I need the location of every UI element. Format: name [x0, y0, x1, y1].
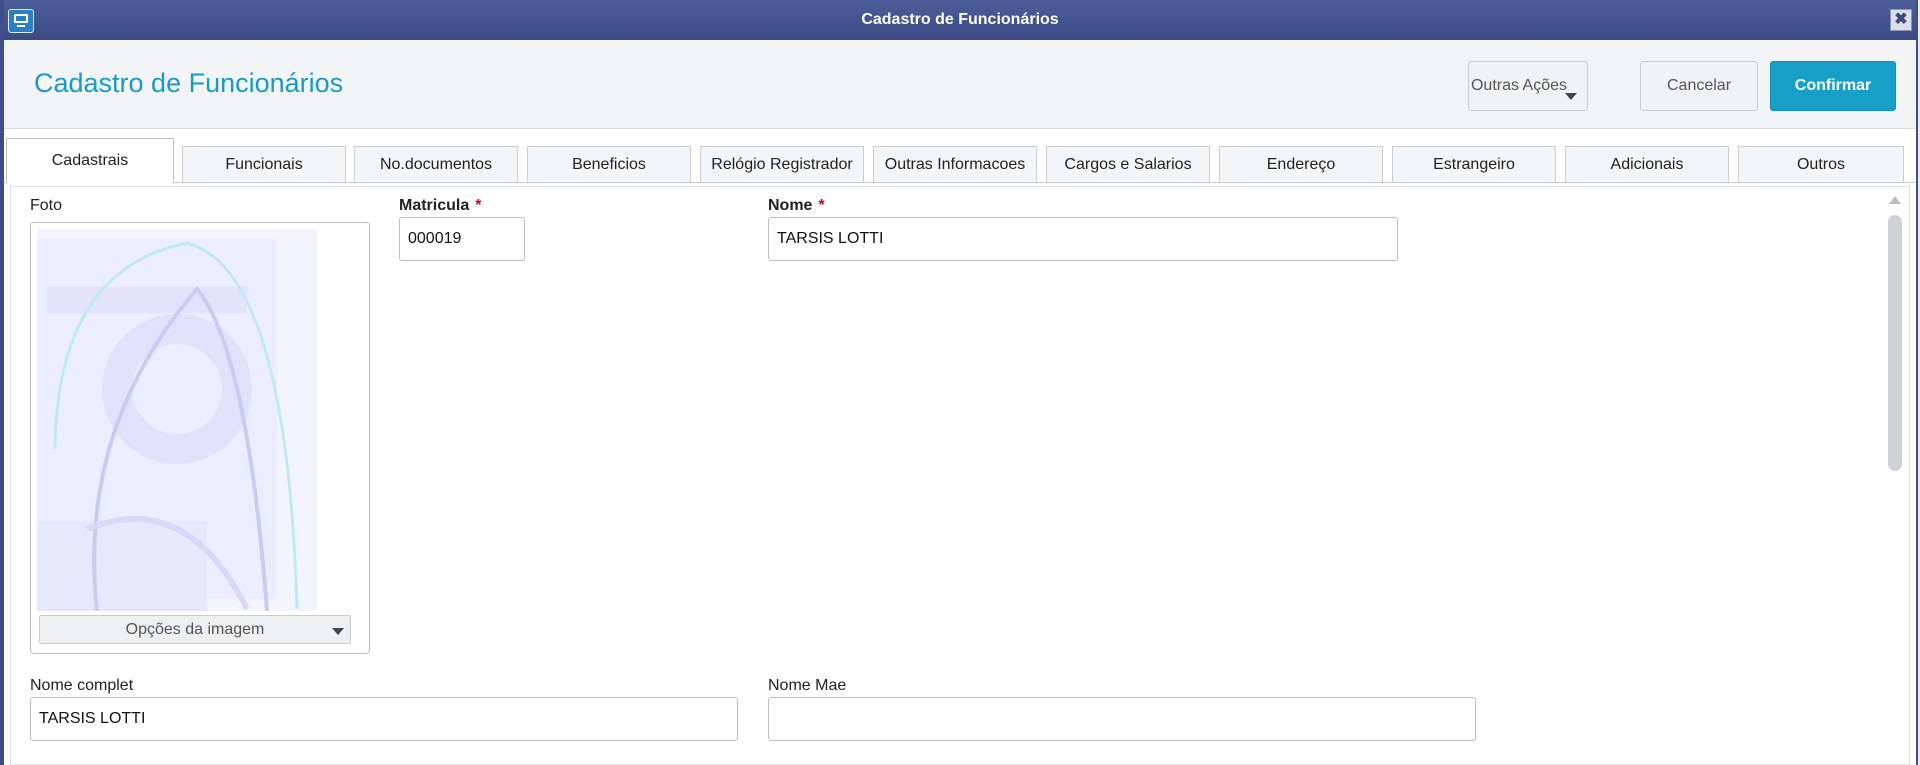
matricula-field[interactable]: 000019 [399, 217, 525, 261]
photo-label: Foto [30, 197, 63, 214]
window-title: Cadastro de Funcionários [861, 11, 1059, 28]
tab-no-documentos[interactable]: No.documentos [354, 146, 518, 182]
more-actions-button[interactable]: Outras Ações [1468, 61, 1588, 111]
photo-placeholder-image[interactable] [37, 229, 317, 611]
required-marker: * [475, 197, 482, 214]
chevron-down-icon [1565, 93, 1577, 100]
required-marker: * [818, 197, 825, 214]
tab-funcionais[interactable]: Funcionais [182, 146, 346, 182]
matricula-label: Matricula * [399, 197, 481, 215]
tab-cargos-e-salarios[interactable]: Cargos e Salarios [1046, 146, 1210, 182]
cancel-button[interactable]: Cancelar [1640, 61, 1758, 111]
chevron-down-icon [332, 628, 344, 635]
tab-beneficios[interactable]: Beneficios [527, 146, 691, 182]
nome-label-text: Nome [768, 197, 813, 214]
more-actions-label: Outras Ações [1470, 77, 1568, 94]
tab-relogio-registrador[interactable]: Relógio Registrador [700, 146, 864, 182]
image-options-button[interactable]: Opções da imagem [39, 615, 351, 644]
scroll-up-arrow-icon[interactable] [1889, 196, 1901, 204]
tab-estrangeiro[interactable]: Estrangeiro [1392, 146, 1556, 182]
nome-mae-field[interactable] [768, 697, 1476, 741]
title-bar: Cadastro de Funcionários ✖ [4, 0, 1916, 40]
tab-outras-informacoes[interactable]: Outras Informacoes [873, 146, 1037, 182]
page-title: Cadastro de Funcionários [34, 68, 344, 98]
page-header: Cadastro de Funcionários Outras Ações Ca… [4, 40, 1916, 129]
nome-mae-label: Nome Mae [768, 677, 847, 694]
photo-frame: Opções da imagem [30, 222, 370, 654]
vertical-scrollbar[interactable] [1887, 193, 1903, 758]
tab-outros[interactable]: Outros [1738, 146, 1904, 182]
tab-adicionais[interactable]: Adicionais [1565, 146, 1729, 182]
nome-completo-field[interactable]: TARSIS LOTTI [30, 697, 738, 741]
form-panel: Foto Opções da imagem Matricula * 000019 [10, 186, 1910, 765]
tab-bar: Cadastrais Funcionais No.documentos Bene… [4, 136, 1916, 183]
nome-label: Nome * [768, 197, 825, 215]
tab-endereco[interactable]: Endereço [1219, 146, 1383, 182]
app-window-icon[interactable] [8, 9, 34, 33]
tab-divider [4, 182, 1916, 183]
confirm-button[interactable]: Confirmar [1770, 61, 1896, 111]
nome-completo-label: Nome complet [30, 677, 134, 694]
tab-cadastrais[interactable]: Cadastrais [6, 138, 174, 183]
close-icon[interactable]: ✖ [1890, 9, 1912, 31]
nome-field[interactable]: TARSIS LOTTI [768, 217, 1398, 261]
app-window: Cadastro de Funcionários ✖ Cadastro de F… [0, 0, 1918, 765]
scrollbar-thumb[interactable] [1888, 215, 1902, 471]
matricula-label-text: Matricula [399, 197, 470, 214]
image-options-label: Opções da imagem [125, 620, 265, 638]
